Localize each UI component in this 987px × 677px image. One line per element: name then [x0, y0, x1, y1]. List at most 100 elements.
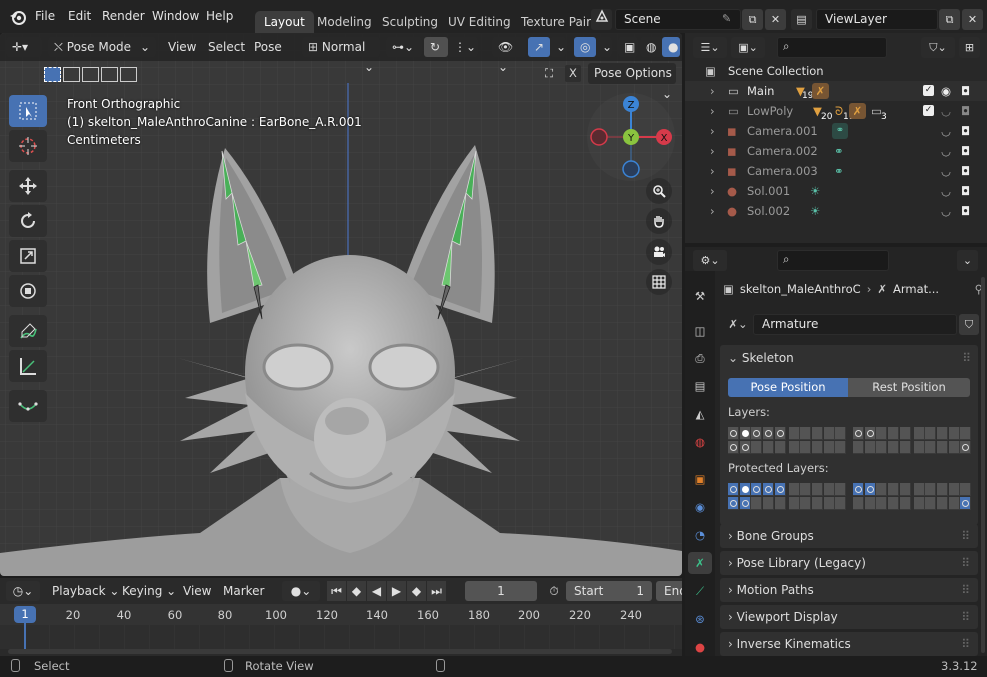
outliner-row-main[interactable]: › ▭ Main ▼ 19 ✗ ✓ ◉ ◘ — [685, 81, 987, 101]
zoom-icon[interactable] — [646, 178, 672, 204]
bone-layer-cell[interactable] — [888, 497, 900, 510]
timeline-scrollbar[interactable] — [8, 649, 672, 654]
hidden-eye-icon[interactable]: ◡ — [941, 161, 951, 181]
bone-layer-cell[interactable] — [888, 483, 900, 496]
scale-tool[interactable] — [9, 240, 47, 272]
navigation-gizmo[interactable]: Z X Y — [585, 91, 677, 183]
properties-options-icon[interactable]: ⌄ — [957, 250, 978, 271]
menu-window[interactable]: Window — [152, 9, 199, 23]
hidden-eye-icon[interactable]: ◡ — [941, 101, 951, 121]
render-camera-icon[interactable]: ◘ — [961, 121, 970, 141]
armature-data-tab-icon[interactable]: ✗ — [688, 552, 712, 574]
bone-layer-cell[interactable] — [936, 441, 948, 454]
current-frame-field[interactable]: 1 — [465, 581, 537, 601]
bone-layer-cell[interactable] — [853, 483, 864, 496]
camera-view-icon[interactable] — [646, 239, 672, 265]
bone-layer-cell[interactable] — [800, 427, 812, 440]
material-tab-icon[interactable]: ● — [688, 636, 712, 658]
select-extend-icon[interactable] — [63, 67, 80, 82]
pose-library-panel[interactable]: › Pose Library (Legacy) ⠿ — [720, 551, 978, 575]
inverse-kinematics-panel[interactable]: › Inverse Kinematics ⠿ — [720, 632, 978, 656]
visibility-eye-icon[interactable]: ◉ — [941, 81, 951, 101]
expand-arrow-icon[interactable]: › — [710, 141, 715, 161]
snap-target-icon[interactable]: ⋮⌄ — [448, 37, 478, 57]
new-scene-icon[interactable]: ⧉ — [742, 9, 763, 30]
tab-layout[interactable]: Layout — [255, 11, 314, 33]
bone-layer-cell[interactable] — [774, 441, 786, 454]
bone-layer-cell[interactable] — [936, 497, 948, 510]
tab-sculpting[interactable]: Sculpting — [373, 11, 447, 33]
bone-layer-cell[interactable] — [925, 497, 937, 510]
bone-layer-cell[interactable] — [811, 497, 823, 510]
ortho-grid-icon[interactable] — [646, 269, 672, 295]
bone-layer-cell[interactable] — [960, 427, 972, 440]
bone-layer-cell[interactable] — [823, 441, 835, 454]
new-view-layer-icon[interactable]: ⧉ — [939, 9, 960, 30]
armature-name-field[interactable]: Armature — [753, 314, 957, 335]
bone-layer-cell[interactable] — [811, 483, 823, 496]
bone-layers-grid-left[interactable] — [728, 427, 847, 455]
editor-type-icon[interactable]: ✛▾ — [6, 37, 42, 57]
bone-layer-cell[interactable] — [888, 427, 900, 440]
exclude-checkbox[interactable]: ✓ — [923, 85, 934, 96]
bone-layer-cell[interactable] — [774, 427, 786, 440]
bone-layer-cell[interactable] — [899, 441, 911, 454]
new-collection-icon[interactable]: ⊞ — [959, 37, 980, 58]
modifier-tab-icon[interactable]: ◉ — [688, 496, 712, 518]
select-invert-icon[interactable] — [101, 67, 118, 82]
bone-layer-cell[interactable] — [788, 497, 800, 510]
protected-layers-grid-left[interactable] — [728, 483, 847, 511]
bone-layer-cell[interactable] — [853, 441, 864, 454]
menu-help[interactable]: Help — [206, 9, 233, 23]
menu-edit[interactable]: Edit — [68, 9, 91, 23]
bone-layer-cell[interactable] — [853, 427, 864, 440]
pivot-point-icon[interactable]: ⊶⌄ — [386, 37, 422, 57]
bone-layer-cell[interactable] — [823, 497, 835, 510]
scene-selector-icon[interactable] — [591, 9, 612, 30]
view-layer-icon[interactable]: ▤ — [791, 9, 812, 30]
motion-paths-panel[interactable]: › Motion Paths ⠿ — [720, 578, 978, 602]
bone-layer-cell[interactable] — [823, 427, 835, 440]
bone-layer-cell[interactable] — [960, 497, 972, 510]
bone-layer-cell[interactable] — [800, 441, 812, 454]
expand-arrow-icon[interactable]: › — [710, 81, 715, 101]
orientation-dropdown[interactable]: ⊞ Normal ⌄ — [302, 37, 380, 74]
preview-range-icon[interactable]: ⏱ — [545, 581, 563, 601]
bone-layer-cell[interactable] — [774, 497, 786, 510]
menu-pose[interactable]: Pose — [248, 37, 288, 57]
bone-layer-cell[interactable] — [913, 441, 925, 454]
expand-arrow-icon[interactable]: › — [710, 161, 715, 181]
move-tool[interactable] — [9, 170, 47, 202]
outliner-search-input[interactable] — [777, 37, 887, 58]
mirror-x-toggle[interactable]: X — [565, 65, 581, 82]
armature-data-icon[interactable]: ✗⌄ — [723, 314, 753, 335]
bone-envelope-tool[interactable] — [9, 390, 47, 422]
bone-layer-cell[interactable] — [739, 427, 751, 440]
bone-layer-cell[interactable] — [899, 483, 911, 496]
bone-layer-cell[interactable] — [876, 441, 888, 454]
bone-groups-panel[interactable]: › Bone Groups ⠿ — [720, 524, 978, 548]
rest-position-button[interactable]: Rest Position — [848, 378, 970, 397]
prev-keyframe-icon[interactable]: ◆ — [347, 581, 366, 601]
bone-layer-cell[interactable] — [739, 483, 751, 496]
scene-tab-icon[interactable]: ◭ — [688, 403, 712, 425]
annotate-tool[interactable] — [9, 315, 47, 347]
drag-handle-icon[interactable]: ⠿ — [961, 605, 970, 629]
bone-layer-cell[interactable] — [763, 441, 775, 454]
drag-handle-icon[interactable]: ⠿ — [961, 551, 970, 575]
select-new-icon[interactable] — [44, 67, 61, 82]
bone-layer-cell[interactable] — [763, 427, 775, 440]
bone-layer-cell[interactable] — [948, 441, 960, 454]
next-keyframe-icon[interactable]: ◆ — [407, 581, 426, 601]
bone-layer-cell[interactable] — [899, 497, 911, 510]
shading-solid-icon[interactable]: ● — [662, 37, 680, 57]
bone-layer-cell[interactable] — [800, 483, 812, 496]
viewport-display-panel[interactable]: › Viewport Display ⠿ — [720, 605, 978, 629]
playhead-line[interactable] — [24, 622, 26, 652]
bone-layer-cell[interactable] — [811, 427, 823, 440]
bone-layer-cell[interactable] — [774, 483, 786, 496]
bone-layer-cell[interactable] — [936, 427, 948, 440]
outliner-editor-type-icon[interactable]: ☰⌄ — [693, 37, 727, 58]
exclude-checkbox[interactable]: ✓ — [923, 105, 934, 116]
display-mode-icon[interactable]: ▣⌄ — [731, 37, 765, 58]
